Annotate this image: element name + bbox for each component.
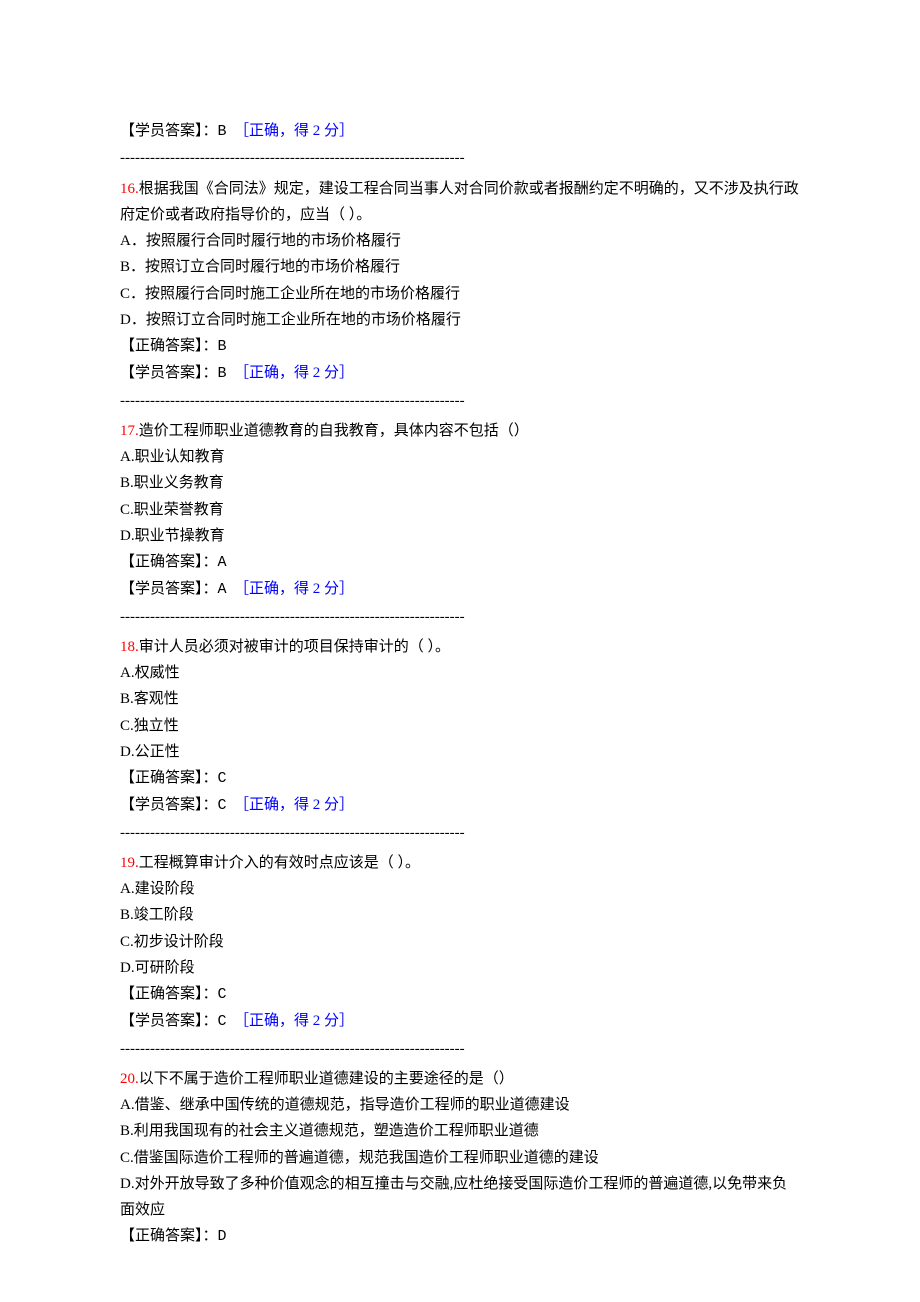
option-d: D.对外开放导致了多种价值观念的相互撞击与交融,应杜绝接受国际造价工程师的普遍道… bbox=[120, 1171, 800, 1224]
feedback-text: ［正确，得 2 分］ bbox=[234, 797, 354, 813]
correct-answer-label: 【正确答案】： bbox=[120, 554, 218, 570]
question-number: 17. bbox=[120, 423, 139, 439]
student-answer-line: 【学员答案】：B ［正确，得 2 分］ bbox=[120, 118, 800, 145]
student-answer-value: C bbox=[218, 797, 227, 814]
divider: ----------------------------------------… bbox=[120, 820, 800, 846]
document-page: 【学员答案】：B ［正确，得 2 分］ --------------------… bbox=[0, 0, 920, 1302]
student-answer-line: 【学员答案】：A ［正确，得 2 分］ bbox=[120, 576, 800, 603]
correct-answer-label: 【正确答案】： bbox=[120, 1228, 218, 1244]
correct-answer-label: 【正确答案】： bbox=[120, 338, 218, 354]
student-answer-label: 【学员答案】： bbox=[120, 797, 218, 813]
option-d: D.可研阶段 bbox=[120, 955, 800, 981]
correct-answer-line: 【正确答案】：C bbox=[120, 765, 800, 792]
question-body: 造价工程师职业道德教育的自我教育，具体内容不包括（） bbox=[139, 423, 529, 439]
option-b: B．按照订立合同时履行地的市场价格履行 bbox=[120, 254, 800, 280]
correct-answer-line: 【正确答案】：A bbox=[120, 549, 800, 576]
divider: ----------------------------------------… bbox=[120, 604, 800, 630]
correct-answer-label: 【正确答案】： bbox=[120, 986, 218, 1002]
option-d: D．按照订立合同时施工企业所在地的市场价格履行 bbox=[120, 307, 800, 333]
option-c: C.职业荣誉教育 bbox=[120, 497, 800, 523]
student-answer-label: 【学员答案】： bbox=[120, 581, 218, 597]
question-body: 以下不属于造价工程师职业道德建设的主要途径的是（） bbox=[139, 1071, 514, 1087]
correct-answer-value: B bbox=[218, 338, 227, 355]
feedback-text: ［正确，得 2 分］ bbox=[234, 123, 354, 139]
option-b: B.客观性 bbox=[120, 686, 800, 712]
option-c: C.初步设计阶段 bbox=[120, 929, 800, 955]
student-answer-label: 【学员答案】： bbox=[120, 1013, 218, 1029]
option-a: A.职业认知教育 bbox=[120, 444, 800, 470]
correct-answer-value: C bbox=[218, 986, 227, 1003]
option-a: A.借鉴、继承中国传统的道德规范，指导造价工程师的职业道德建设 bbox=[120, 1092, 800, 1118]
question-number: 19. bbox=[120, 855, 139, 871]
option-b: B.竣工阶段 bbox=[120, 902, 800, 928]
student-answer-label: 【学员答案】： bbox=[120, 123, 218, 139]
correct-answer-value: C bbox=[218, 770, 227, 787]
question-text: 20.以下不属于造价工程师职业道德建设的主要途径的是（） bbox=[120, 1066, 800, 1092]
correct-answer-line: 【正确答案】：C bbox=[120, 981, 800, 1008]
student-answer-value: B bbox=[218, 365, 227, 382]
correct-answer-label: 【正确答案】： bbox=[120, 770, 218, 786]
divider: ----------------------------------------… bbox=[120, 388, 800, 414]
question-body: 工程概算审计介入的有效时点应该是（ ）。 bbox=[139, 855, 420, 871]
option-d: D.职业节操教育 bbox=[120, 523, 800, 549]
student-answer-line: 【学员答案】：C ［正确，得 2 分］ bbox=[120, 1008, 800, 1035]
feedback-text: ［正确，得 2 分］ bbox=[234, 1013, 354, 1029]
question-text: 16.根据我国《合同法》规定，建设工程合同当事人对合同价款或者报酬约定不明确的，… bbox=[120, 176, 800, 229]
correct-answer-value: A bbox=[218, 554, 227, 571]
feedback-text: ［正确，得 2 分］ bbox=[234, 581, 354, 597]
option-c: C．按照履行合同时施工企业所在地的市场价格履行 bbox=[120, 281, 800, 307]
student-answer-value: A bbox=[218, 581, 227, 598]
question-text: 17.造价工程师职业道德教育的自我教育，具体内容不包括（） bbox=[120, 418, 800, 444]
question-number: 18. bbox=[120, 639, 139, 655]
correct-answer-line: 【正确答案】：D bbox=[120, 1223, 800, 1250]
option-a: A.权威性 bbox=[120, 660, 800, 686]
student-answer-label: 【学员答案】： bbox=[120, 365, 218, 381]
student-answer-value: B bbox=[218, 123, 227, 140]
question-number: 16. bbox=[120, 181, 139, 197]
correct-answer-value: D bbox=[218, 1228, 227, 1245]
question-text: 19.工程概算审计介入的有效时点应该是（ ）。 bbox=[120, 850, 800, 876]
option-c: C.借鉴国际造价工程师的普遍道德，规范我国造价工程师职业道德的建设 bbox=[120, 1145, 800, 1171]
question-text: 18.审计人员必须对被审计的项目保持审计的（ ）。 bbox=[120, 634, 800, 660]
option-a: A．按照履行合同时履行地的市场价格履行 bbox=[120, 228, 800, 254]
option-c: C.独立性 bbox=[120, 713, 800, 739]
question-body: 根据我国《合同法》规定，建设工程合同当事人对合同价款或者报酬约定不明确的，又不涉… bbox=[120, 181, 799, 223]
student-answer-line: 【学员答案】：C ［正确，得 2 分］ bbox=[120, 792, 800, 819]
option-b: B.职业义务教育 bbox=[120, 470, 800, 496]
feedback-text: ［正确，得 2 分］ bbox=[234, 365, 354, 381]
option-b: B.利用我国现有的社会主义道德规范，塑造造价工程师职业道德 bbox=[120, 1118, 800, 1144]
option-d: D.公正性 bbox=[120, 739, 800, 765]
divider: ----------------------------------------… bbox=[120, 1036, 800, 1062]
student-answer-value: C bbox=[218, 1013, 227, 1030]
correct-answer-line: 【正确答案】：B bbox=[120, 333, 800, 360]
divider: ----------------------------------------… bbox=[120, 145, 800, 171]
question-number: 20. bbox=[120, 1071, 139, 1087]
question-body: 审计人员必须对被审计的项目保持审计的（ ）。 bbox=[139, 639, 450, 655]
student-answer-line: 【学员答案】：B ［正确，得 2 分］ bbox=[120, 360, 800, 387]
option-a: A.建设阶段 bbox=[120, 876, 800, 902]
